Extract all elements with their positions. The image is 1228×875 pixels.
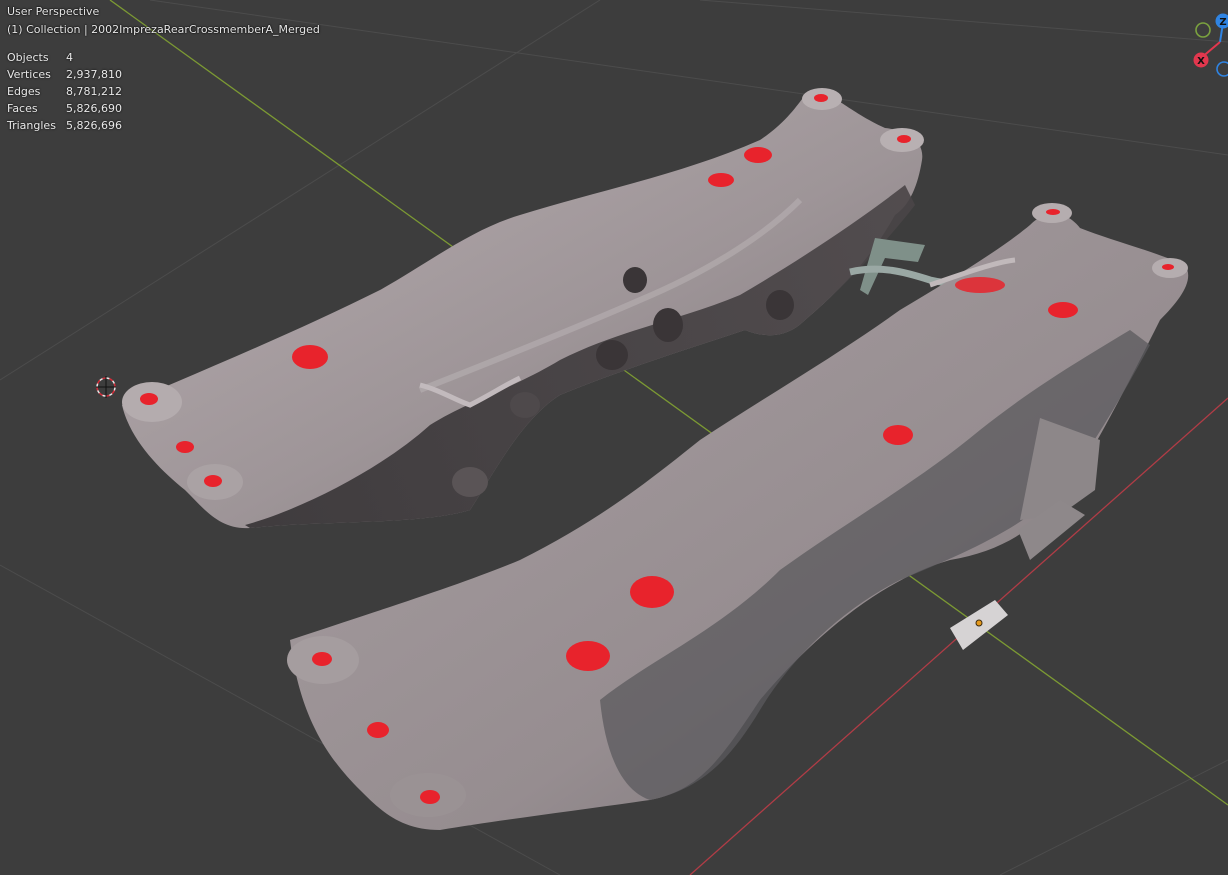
3d-viewport[interactable]: User Perspective (1) Collection | 2002Im… <box>0 0 1228 875</box>
3d-cursor-icon[interactable] <box>96 376 116 398</box>
plate-mesh-small[interactable] <box>950 600 1008 650</box>
gizmo-neg-y-axis-icon[interactable] <box>1216 61 1228 77</box>
view-perspective-label: User Perspective <box>7 5 100 18</box>
stat-label: Vertices <box>7 68 51 81</box>
stat-value: 2,937,810 <box>66 68 122 81</box>
viewport-scene[interactable] <box>0 0 1228 875</box>
stat-value: 8,781,212 <box>66 85 122 98</box>
stat-objects: Objects 4 <box>7 49 122 66</box>
gizmo-z-axis-icon[interactable]: Z <box>1215 13 1228 29</box>
stat-edges: Edges 8,781,212 <box>7 83 122 100</box>
stat-value: 5,826,696 <box>66 119 122 132</box>
stat-triangles: Triangles 5,826,696 <box>7 117 122 134</box>
stat-label: Faces <box>7 102 38 115</box>
stat-value: 5,826,690 <box>66 102 122 115</box>
collection-object-label: (1) Collection | 2002ImprezaRearCrossmem… <box>7 23 320 36</box>
gizmo-x-label: X <box>1197 56 1205 67</box>
gizmo-x-axis-icon[interactable]: X <box>1193 52 1209 68</box>
gizmo-z-label: Z <box>1219 17 1226 28</box>
gizmo-y-axis-icon[interactable] <box>1195 22 1211 38</box>
navigation-gizmo[interactable]: Z X <box>1186 10 1228 80</box>
stat-faces: Faces 5,826,690 <box>7 100 122 117</box>
stat-value: 4 <box>66 51 73 64</box>
scene-statistics: Objects 4 Vertices 2,937,810 Edges 8,781,21… <box>7 49 122 134</box>
stat-label: Objects <box>7 51 49 64</box>
stat-label: Edges <box>7 85 41 98</box>
stat-vertices: Vertices 2,937,810 <box>7 66 122 83</box>
stat-label: Triangles <box>7 119 56 132</box>
